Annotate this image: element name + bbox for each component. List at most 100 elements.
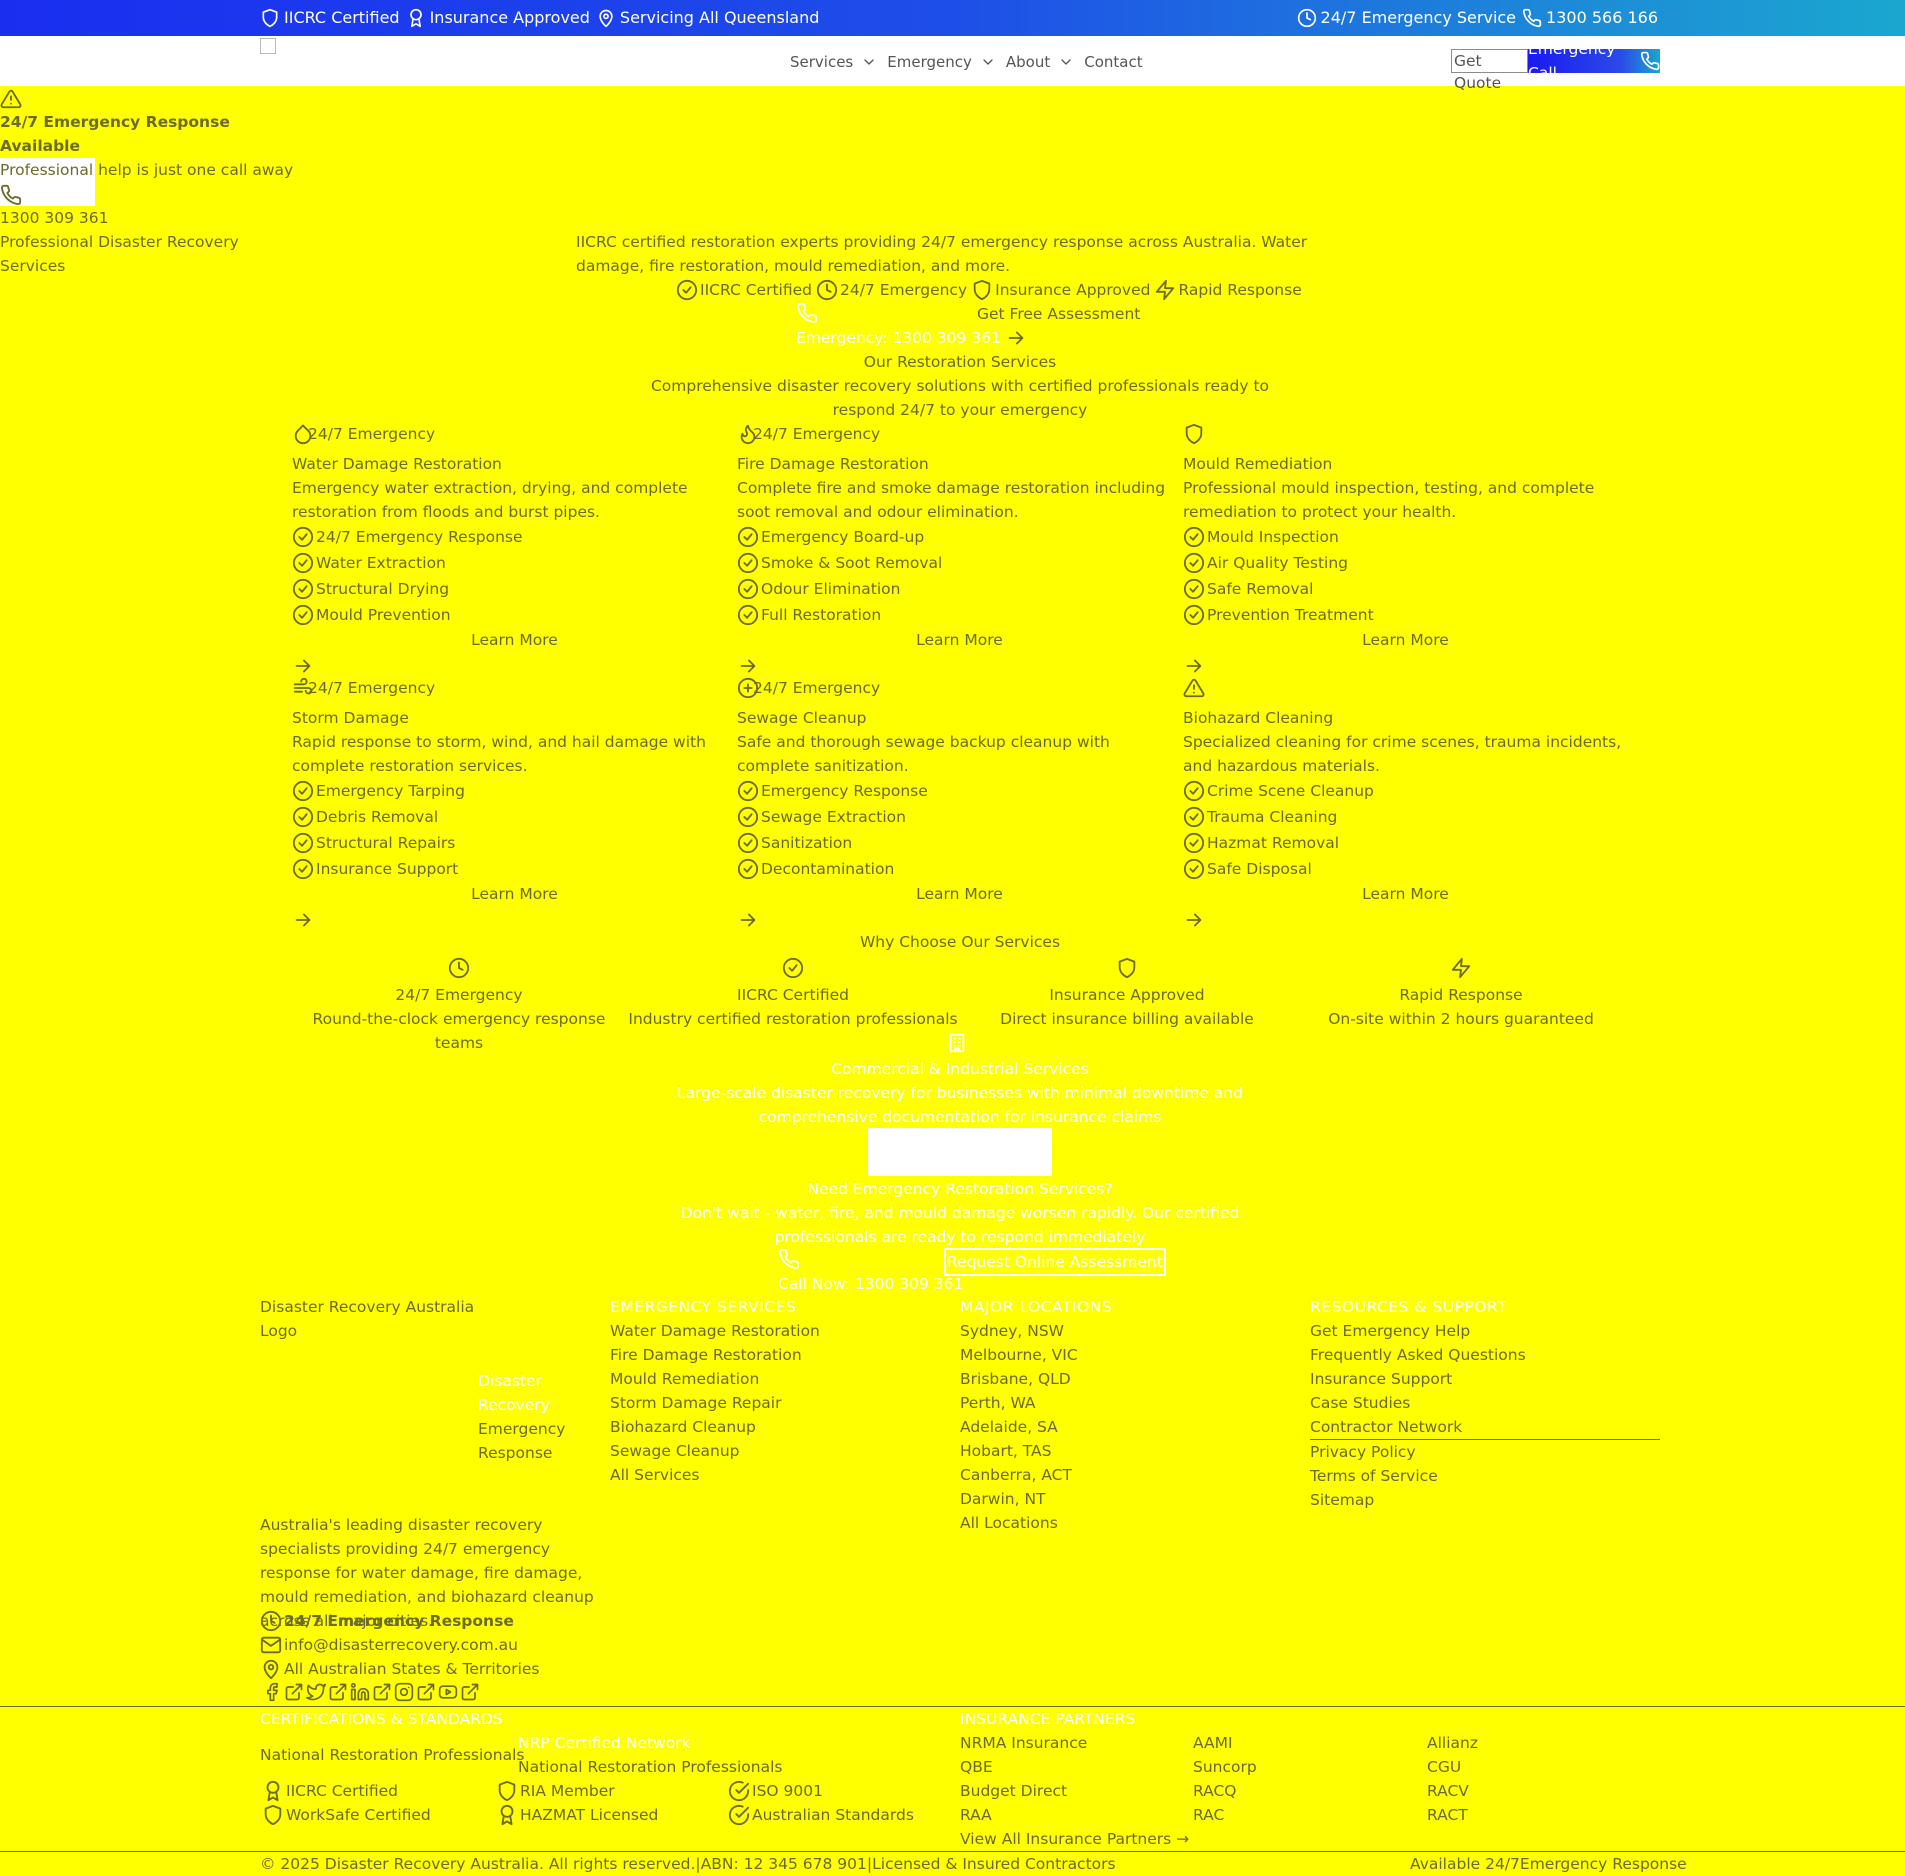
arrow-right-icon [295,659,311,673]
external-link-icon[interactable] [284,1682,304,1702]
commercial-button[interactable] [868,1128,1052,1176]
footer-link[interactable]: Mould Remediation [610,1367,820,1391]
insurance-partner[interactable]: RAA [960,1803,992,1827]
footer-link[interactable]: Adelaide, SA [960,1415,1112,1439]
topbar-emergency: 24/7 Emergency Service [1320,8,1517,27]
external-link-icon[interactable] [416,1682,436,1702]
footer-link[interactable]: Sewage Cleanup [610,1439,820,1463]
footer-email[interactable]: info@disasterrecovery.com.au [260,1633,540,1657]
check-circle-icon [737,552,759,574]
learn-more-link[interactable]: Learn More [1183,628,1628,654]
footer-hours-label: 24/7 Emergency Response [284,1612,514,1630]
footer-link[interactable]: Hobart, TAS [960,1439,1112,1463]
check-circle-icon [737,780,759,802]
insurance-partner[interactable]: Allianz [1427,1731,1478,1755]
service-card-header [1183,422,1628,446]
learn-more-link[interactable]: Learn More [737,882,1182,908]
footer-link[interactable]: Insurance Support [1310,1367,1660,1391]
footer-link[interactable]: Terms of Service [1310,1464,1660,1488]
footer-link[interactable]: All Locations [960,1511,1112,1535]
footer-link[interactable]: Melbourne, VIC [960,1343,1112,1367]
external-link-icon[interactable] [328,1682,348,1702]
hero-call-button[interactable]: Emergency: 1300 309 361 [796,326,1027,350]
instagram-icon[interactable] [394,1682,414,1702]
footer-link[interactable]: Darwin, NT [960,1487,1112,1511]
footer-logo[interactable]: Disaster Recovery Australia Logo [260,1295,480,1343]
service-card-desc: Professional mould inspection, testing, … [1183,479,1595,521]
footer-link[interactable]: All Services [610,1463,820,1487]
arrow-right-icon [295,913,311,927]
linkedin-icon[interactable] [350,1682,370,1702]
phone-icon [1,184,22,205]
insurance-partner[interactable]: AAMI [1193,1731,1233,1755]
copyright-text: © 2025 Disaster Recovery Australia. All … [260,1855,696,1873]
footer-link[interactable]: Storm Damage Repair [610,1391,820,1415]
cert-item: ISO 9001 [728,1779,823,1803]
footer-link[interactable]: Sitemap [1310,1488,1660,1512]
insurance-partner[interactable]: Suncorp [1193,1755,1257,1779]
view-all-partners-link[interactable]: View All Insurance Partners → [960,1827,1189,1851]
insurance-partner[interactable]: RACQ [1193,1779,1237,1803]
twitter-icon[interactable] [306,1682,326,1702]
learn-more-link[interactable]: Learn More [292,628,737,654]
insurance-partner[interactable]: RAC [1193,1803,1224,1827]
shield-icon [498,1780,516,1802]
nrp-network-label: NRP Certified Network [518,1734,691,1752]
learn-more-arrow[interactable] [292,908,737,932]
learn-more-link[interactable]: Learn More [1183,882,1628,908]
learn-more-arrow[interactable] [292,654,737,678]
service-feature-label: Water Extraction [316,554,446,572]
learn-more-arrow[interactable] [1183,908,1628,932]
footer-link[interactable]: Case Studies [1310,1391,1660,1415]
nrp-name-label: National Restoration Professionals [518,1758,783,1776]
footer-link[interactable]: Brisbane, QLD [960,1367,1112,1391]
nav-contact[interactable]: Contact [1084,50,1142,74]
facebook-icon[interactable] [262,1682,282,1702]
check-circle-icon [292,832,314,854]
check-badge-icon [676,279,698,301]
request-assessment-button[interactable]: Request Online Assessment [944,1248,1166,1276]
footer-link[interactable]: Contractor Network [1310,1415,1660,1440]
service-badge: 24/7 Emergency [753,425,881,443]
nav-services[interactable]: Services [790,50,877,74]
emergency-call-button[interactable]: Emergency Call [1528,40,1660,82]
insurance-partner[interactable]: RACV [1427,1779,1469,1803]
footer-link[interactable]: Get Emergency Help [1310,1319,1660,1343]
free-assessment-button[interactable]: Get Free Assessment [977,302,1140,326]
insurance-partner[interactable]: Budget Direct [960,1779,1067,1803]
learn-more-arrow[interactable] [737,654,1182,678]
insurance-partner[interactable]: CGU [1427,1755,1461,1779]
emergency-response-text: Emergency Response [1519,1855,1687,1873]
service-card-header: 24/7 Emergency [292,422,737,446]
external-link-icon[interactable] [372,1682,392,1702]
footer-link[interactable]: Water Damage Restoration [610,1319,820,1343]
cta-call-button[interactable]: Call Now: 1300 309 361 [778,1272,963,1296]
learn-more-link[interactable]: Learn More [292,882,737,908]
learn-more-link[interactable]: Learn More [737,628,1182,654]
emergency-banner-phone[interactable]: 1300 309 361 [0,206,300,230]
phone-icon [779,1248,800,1269]
youtube-icon[interactable] [438,1682,458,1702]
award-icon [409,8,422,28]
insurance-partner[interactable]: RACT [1427,1803,1468,1827]
footer-link[interactable]: Frequently Asked Questions [1310,1343,1660,1367]
external-link-icon[interactable] [460,1682,480,1702]
footer-link[interactable]: Privacy Policy [1310,1440,1660,1464]
get-quote-button[interactable]: Get Quote [1451,49,1528,92]
nav-emergency[interactable]: Emergency [887,50,996,74]
insurance-partner[interactable]: NRMA Insurance [960,1731,1087,1755]
cert-label: RIA Member [520,1782,615,1800]
topbar-phone[interactable]: 1300 566 166 [1546,6,1658,30]
learn-more-arrow[interactable] [737,908,1182,932]
clock-icon [448,957,470,979]
service-card: 24/7 Emergency Fire Damage Restoration Com… [737,422,1182,678]
footer-link[interactable]: Perth, WA [960,1391,1112,1415]
site-logo[interactable] [260,38,276,54]
insurance-partner[interactable]: QBE [960,1755,993,1779]
footer-link[interactable]: Fire Damage Restoration [610,1343,820,1367]
footer-link[interactable]: Biohazard Cleanup [610,1415,820,1439]
footer-link[interactable]: Canberra, ACT [960,1463,1112,1487]
footer-link[interactable]: Sydney, NSW [960,1319,1112,1343]
nav-about[interactable]: About [1006,50,1074,74]
learn-more-arrow[interactable] [1183,654,1628,678]
